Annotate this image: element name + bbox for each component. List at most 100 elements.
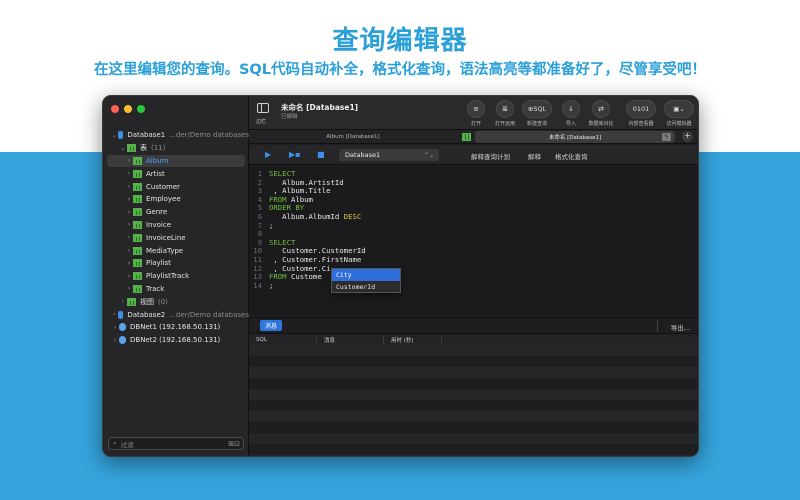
zoom-window-button[interactable] (137, 105, 145, 113)
tab-bar: Album [Database1] 未命名 [Database1] ✎ + (249, 130, 698, 144)
results-panel: 消息 导出... SQL 消息 用时 (秒) (249, 317, 698, 456)
table-icon (133, 195, 142, 204)
download-icon: ↓ (562, 100, 580, 118)
code-line[interactable]: 2 Album.ArtistId (249, 178, 344, 187)
chevron-right-icon[interactable]: › (125, 285, 133, 292)
tree-database1[interactable]: ⌄ Database1 ...der/Demo databases (103, 129, 249, 142)
add-tab-button[interactable]: + (682, 131, 693, 142)
tree-table-item[interactable]: › Playlist (103, 257, 249, 270)
line-number: 3 (257, 186, 262, 196)
code-line[interactable]: 8 (249, 229, 269, 238)
column-header[interactable]: 消息 (317, 335, 384, 344)
tree-table-item[interactable]: › Invoice (103, 219, 249, 232)
table-icon (133, 246, 142, 255)
chevron-right-icon[interactable]: › (125, 157, 133, 164)
tab-album[interactable]: Album [Database1] (253, 131, 453, 143)
code-line[interactable]: 4 FROM Album (249, 195, 313, 204)
sidebar-toggle-icon[interactable] (257, 103, 269, 113)
tree-table-item[interactable]: › PlaylistTrack (103, 270, 249, 283)
close-window-button[interactable] (111, 105, 119, 113)
chevron-right-icon[interactable]: › (111, 324, 119, 331)
column-header[interactable]: 用时 (秒) (384, 335, 442, 344)
chevron-down-icon[interactable]: ⌄ (111, 132, 118, 139)
import-button[interactable]: ↓ 导入 (554, 100, 588, 127)
sql-editor[interactable]: 1 SELECT 2 Album.ArtistId 3 , Album.Title 4 F… (249, 166, 698, 316)
filter-options-icon[interactable]: ⊞⊡ (228, 440, 240, 448)
tab-untitled[interactable]: 未命名 [Database1] (475, 131, 675, 143)
chevron-right-icon[interactable]: › (125, 221, 133, 228)
table-row (249, 389, 698, 400)
sidebar-toggle-label: 边栏 (256, 119, 267, 125)
chevron-right-icon[interactable]: › (119, 298, 127, 305)
chevron-right-icon[interactable]: › (125, 196, 133, 203)
chevron-right-icon[interactable]: › (125, 273, 133, 280)
chevron-down-icon[interactable]: ⌄ (119, 145, 127, 152)
code-line[interactable]: 3 , Album.Title (249, 186, 331, 195)
filter-input[interactable]: ⌕ 过滤 ⊞⊡ (108, 437, 244, 450)
code-line[interactable]: 1 SELECT (249, 169, 296, 178)
code-line[interactable]: 6 Album.AlbumId DESC (249, 212, 362, 221)
code-line[interactable]: 5 ORDER BY (249, 203, 305, 212)
tree-tables-group[interactable]: ⌄ 表 (11) (103, 142, 249, 155)
tree-table-item[interactable]: › Track (103, 283, 249, 296)
divider (657, 320, 658, 332)
tree-table-item[interactable]: › InvoiceLine (103, 231, 249, 244)
run-icon[interactable]: ▶ (265, 150, 271, 159)
tree-dbnet2[interactable]: › DBNet2 (192.168.50.131) (103, 334, 249, 347)
autocomplete-item[interactable]: CustomerId (332, 281, 400, 293)
simulator-button[interactable]: ▣⌄ 访问模拟器 (662, 100, 696, 127)
explain-button[interactable]: 解释 (528, 151, 541, 161)
chevron-right-icon[interactable]: › (125, 234, 133, 241)
code-line[interactable]: 13 FROM Custome (249, 272, 322, 281)
tree-table-item[interactable]: › Employee (103, 193, 249, 206)
export-button[interactable]: 导出... (671, 322, 690, 332)
database-select[interactable]: Database1 ⌃⌄ (339, 149, 439, 161)
database-icon: ≡ (467, 100, 485, 118)
tree-table-item[interactable]: › Album (107, 154, 245, 168)
swap-arrows-icon: ⇄ (592, 100, 610, 118)
code-line[interactable]: 7; (249, 220, 274, 230)
tree-table-item[interactable]: › Artist (103, 167, 249, 180)
line-number: 7 (257, 220, 262, 230)
inspector-button[interactable]: 0101 内部查看器 (624, 100, 658, 127)
chevron-right-icon[interactable]: › (125, 260, 133, 267)
new-query-button[interactable]: ⊕SQL 新建查询 (520, 100, 554, 127)
chevron-right-icon[interactable]: › (125, 247, 133, 254)
code-line[interactable]: 14; (249, 281, 273, 290)
table-icon (133, 284, 142, 293)
page-subline: 在这里编辑您的查询。SQL代码自动补全，格式化查询，语法高亮等都准备好了，尽管享… (93, 62, 706, 78)
edit-icon[interactable]: ✎ (662, 133, 671, 141)
stop-icon[interactable]: ■ (317, 150, 325, 159)
line-number: 14 (253, 280, 262, 290)
line-number: 1 (257, 169, 262, 178)
code-line[interactable]: 9 SELECT (249, 238, 296, 247)
chevron-right-icon[interactable]: › (125, 183, 133, 190)
chevron-right-icon[interactable]: › (111, 337, 119, 344)
tree-table-item[interactable]: › MediaType (103, 244, 249, 257)
chevron-right-icon[interactable]: › (125, 209, 133, 216)
tree-table-item[interactable]: › Customer (103, 180, 249, 193)
explain-plan-button[interactable]: 解释查询计划 (471, 151, 510, 161)
format-query-button[interactable]: 格式化查询 (555, 151, 588, 161)
tree-views-group[interactable]: › 视图 (0) (103, 295, 249, 308)
tree-database2[interactable]: › Database2 ...der/Demo databases (103, 308, 249, 321)
chevron-right-icon[interactable]: › (111, 311, 118, 318)
chevron-right-icon[interactable]: › (125, 170, 133, 177)
code-line[interactable]: 10 Customer.CustomerId (249, 246, 365, 255)
code-line[interactable]: 12 , Customer.Ci (249, 264, 330, 273)
minimize-window-button[interactable] (124, 105, 132, 113)
autocomplete-item[interactable]: City (332, 269, 400, 281)
column-header[interactable]: SQL (249, 336, 317, 343)
run-step-icon[interactable]: ▶▪ (289, 150, 301, 159)
tab-messages[interactable]: 消息 (260, 320, 283, 331)
code-line[interactable]: 11 , Customer.FirstName (249, 255, 361, 264)
sql-identifier: ; (269, 280, 274, 290)
open-recent-button[interactable]: ≣ 打开远用 (488, 100, 522, 127)
compare-button[interactable]: ⇄ 数据库对比 (584, 100, 618, 127)
table-icon (133, 169, 142, 178)
line-number: 2 (257, 177, 262, 187)
line-number: 8 (257, 229, 262, 239)
tree-dbnet1[interactable]: › DBNet1 (192.168.50.131) (103, 321, 249, 334)
tree-table-item[interactable]: › Genre (103, 206, 249, 219)
table-row (249, 400, 698, 411)
